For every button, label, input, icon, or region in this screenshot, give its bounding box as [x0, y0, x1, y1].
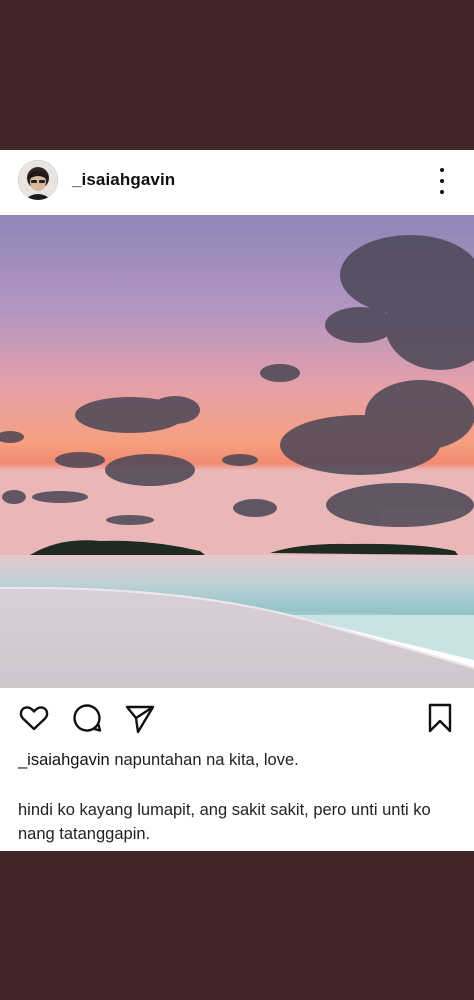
sunset-beach-image — [0, 215, 474, 688]
bottom-background — [0, 851, 474, 1000]
avatar-image — [18, 160, 58, 200]
paper-plane-icon[interactable] — [124, 702, 156, 734]
caption-text: napuntahan na kita, love. — [114, 751, 299, 769]
top-background — [0, 0, 474, 150]
post-username[interactable]: _isaiahgavin — [72, 170, 175, 190]
post-caption-body: hindi ko kayang lumapit, ang sakit sakit… — [18, 801, 431, 843]
instagram-post-card: _isaiahgavin _isaiahgavin napuntahan na … — [0, 150, 474, 851]
caption-username[interactable]: _isaiahgavin — [18, 751, 110, 769]
post-actions-bar — [0, 702, 474, 734]
speech-bubble-icon[interactable] — [71, 702, 103, 734]
heart-outline-icon[interactable] — [18, 702, 50, 734]
bookmark-icon[interactable] — [424, 702, 456, 734]
avatar[interactable] — [18, 160, 58, 200]
vertical-ellipsis-icon[interactable] — [430, 168, 454, 194]
post-header: _isaiahgavin — [0, 150, 474, 214]
post-caption-first-line: _isaiahgavin napuntahan na kita, love. — [18, 750, 458, 770]
post-photo[interactable] — [0, 215, 474, 688]
